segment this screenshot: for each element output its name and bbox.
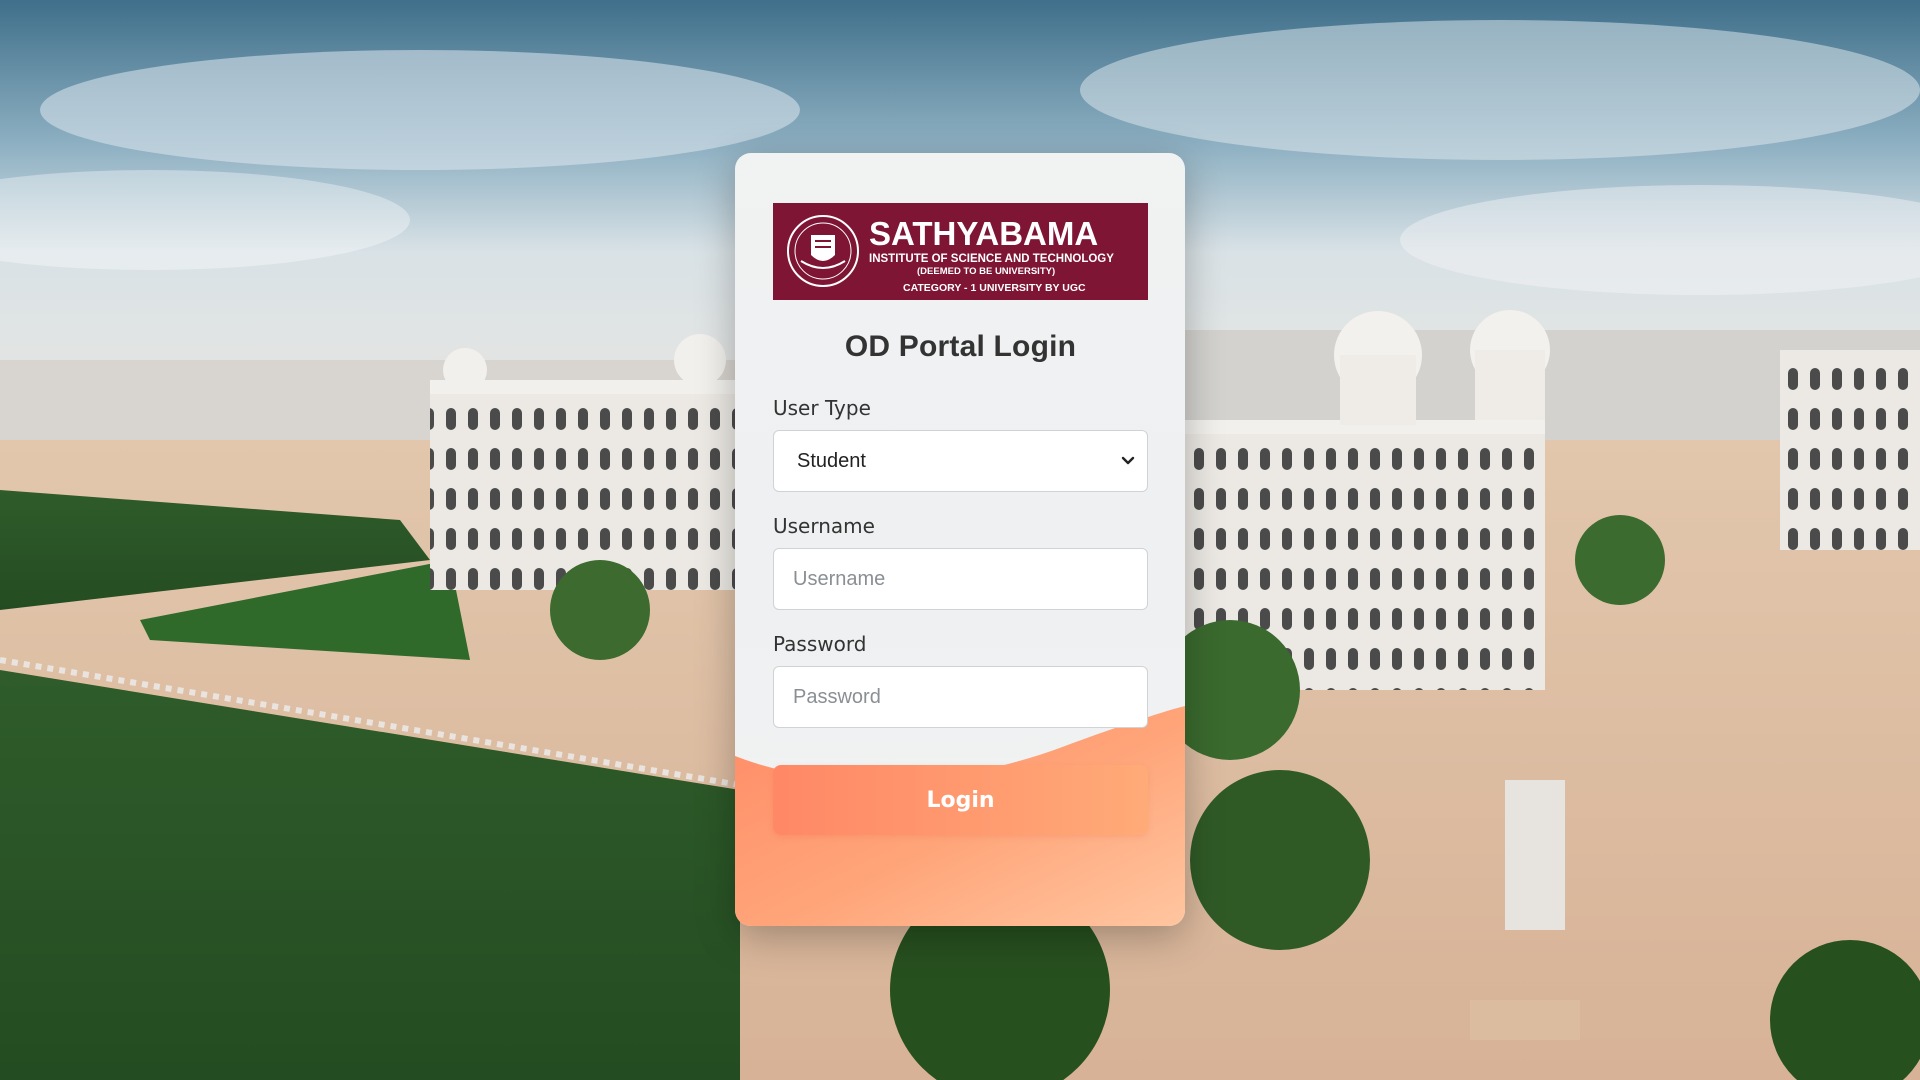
logo-line-2: (DEEMED TO BE UNIVERSITY) (917, 266, 1055, 277)
university-logo: SATHYABAMA INSTITUTE OF SCIENCE AND TECH… (773, 203, 1148, 300)
logo-name: SATHYABAMA (869, 215, 1098, 252)
logo-line-3: CATEGORY - 1 UNIVERSITY BY UGC (903, 282, 1086, 294)
username-field: Username (773, 514, 1148, 610)
logo-line-1: INSTITUTE OF SCIENCE AND TECHNOLOGY (869, 253, 1114, 265)
login-button[interactable]: Login (773, 765, 1148, 835)
page-title: OD Portal Login (844, 330, 1077, 363)
password-field: Password (773, 632, 1148, 728)
user-type-field: User Type Student (773, 396, 1148, 492)
password-label: Password (773, 632, 867, 656)
user-type-select-wrapper: Student (773, 430, 1148, 492)
username-input[interactable] (773, 548, 1148, 610)
university-emblem-icon: SATHYABAMA INSTITUTE OF SCIENCE AND TECH… (787, 215, 1114, 294)
login-card: SATHYABAMA INSTITUTE OF SCIENCE AND TECH… (735, 153, 1185, 926)
user-type-label: User Type (773, 396, 871, 420)
password-input[interactable] (773, 666, 1148, 728)
user-type-select[interactable]: Student (773, 430, 1148, 492)
username-label: Username (773, 514, 875, 538)
